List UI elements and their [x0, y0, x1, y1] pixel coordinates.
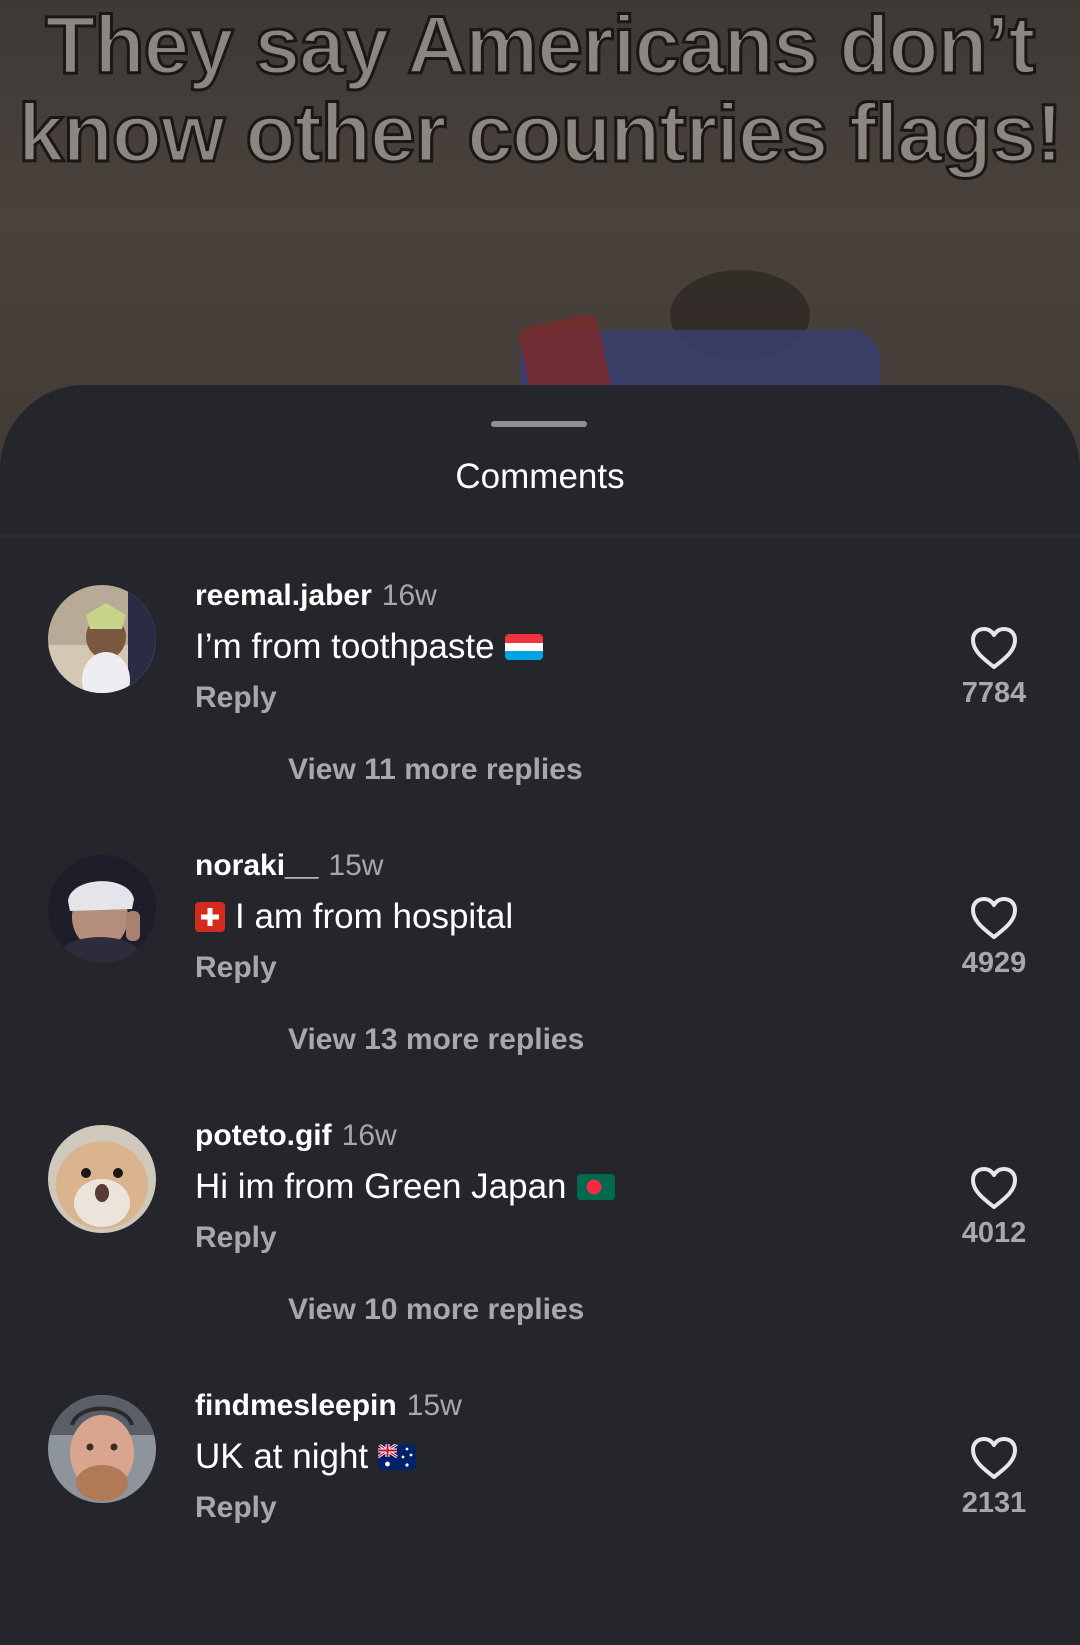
comment-username[interactable]: poteto.gif — [195, 1119, 332, 1152]
view-replies-button[interactable]: View 13 more replies — [288, 1023, 584, 1057]
comments-sheet: Comments reemal.jaber 16w I’m from toothp… — [0, 385, 1080, 1571]
comment-username[interactable]: findmesleepin — [195, 1389, 397, 1422]
like-button[interactable]: 7784 — [960, 625, 1028, 725]
comment-username[interactable]: noraki__ — [195, 849, 318, 882]
comment-text: I’m from toothpaste — [195, 627, 553, 667]
reply-button[interactable]: Reply — [195, 681, 277, 715]
comment-age: 16w — [381, 579, 437, 612]
view-replies-button[interactable]: View 10 more replies — [288, 1293, 584, 1327]
reply-button[interactable]: Reply — [195, 1221, 277, 1255]
avatar[interactable] — [48, 585, 156, 693]
comment-meta: poteto.gif 16w — [195, 1119, 397, 1153]
like-count: 4929 — [961, 947, 1027, 979]
bangladesh-flag-icon — [576, 1174, 615, 1200]
comment-meta: findmesleepin 15w — [195, 1389, 462, 1423]
comment-text: Hi im from Green Japan — [195, 1167, 625, 1207]
comment-body: Hi im from Green Japan — [195, 1167, 567, 1206]
video-caption: They say Americans don’t know other coun… — [0, 0, 1080, 179]
comment-age: 15w — [328, 849, 384, 882]
comment-text: UK at night — [195, 1437, 426, 1477]
like-button[interactable]: 4929 — [960, 895, 1028, 995]
comment-text: I am from hospital — [195, 897, 513, 937]
sheet-title: Comments — [455, 457, 625, 496]
like-count: 7784 — [961, 677, 1027, 709]
avatar[interactable] — [48, 855, 156, 963]
like-button[interactable]: 2131 — [960, 1435, 1028, 1535]
switzerland-flag-icon — [195, 902, 225, 932]
heart-outline-icon — [971, 1167, 1017, 1209]
comment-item: reemal.jaber 16w I’m from toothpaste Repl… — [0, 579, 1080, 835]
reply-button[interactable]: Reply — [195, 1491, 277, 1525]
like-count: 2131 — [961, 1487, 1027, 1519]
heart-outline-icon — [971, 627, 1017, 669]
comment-age: 16w — [341, 1119, 397, 1152]
comment-username[interactable]: reemal.jaber — [195, 579, 372, 612]
avatar[interactable] — [48, 1125, 156, 1233]
comment-item: noraki__ 15w I am from hospital Reply 492… — [0, 849, 1080, 1105]
view-replies-button[interactable]: View 11 more replies — [288, 753, 583, 787]
sheet-divider — [0, 535, 1080, 537]
comment-item: poteto.gif 16w Hi im from Green Japan Rep… — [0, 1119, 1080, 1375]
video-caption-line-1: They say Americans don’t — [44, 0, 1037, 91]
comment-meta: reemal.jaber 16w — [195, 579, 437, 613]
reply-button[interactable]: Reply — [195, 951, 277, 985]
like-button[interactable]: 4012 — [960, 1165, 1028, 1265]
sheet-drag-handle[interactable] — [491, 421, 587, 427]
comment-body: I’m from toothpaste — [195, 627, 495, 666]
avatar[interactable] — [48, 1395, 156, 1503]
comment-item: findmesleepin 15w UK at night Reply 2131 — [0, 1389, 1080, 1645]
video-caption-line-2: know other countries flags! — [17, 88, 1065, 179]
comment-meta: noraki__ 15w — [195, 849, 383, 883]
like-count: 4012 — [961, 1217, 1027, 1249]
comment-body: UK at night — [195, 1437, 369, 1476]
australia-flag-icon — [378, 1444, 417, 1470]
heart-outline-icon — [971, 897, 1017, 939]
luxembourg-flag-icon — [504, 634, 543, 660]
heart-outline-icon — [971, 1437, 1017, 1479]
comment-body: I am from hospital — [235, 897, 514, 936]
comment-age: 15w — [406, 1389, 462, 1422]
